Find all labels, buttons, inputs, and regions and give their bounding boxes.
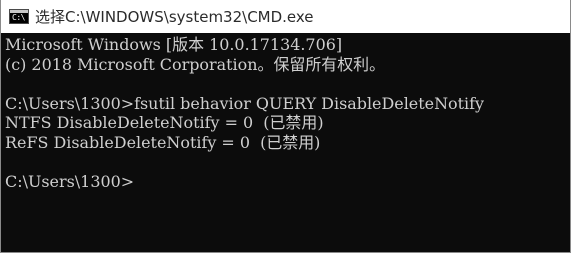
console-output[interactable]: Microsoft Windows [版本 10.0.17134.706] (c… bbox=[5, 35, 567, 247]
console-line-version: Microsoft Windows [版本 10.0.17134.706] bbox=[5, 35, 343, 54]
icon-prompt-glyph: C:\ bbox=[12, 13, 25, 22]
console-line-prompt[interactable]: C:\Users\1300> bbox=[5, 172, 565, 192]
cmd-console-icon[interactable]: C:\ bbox=[9, 9, 29, 24]
console-line-refs-result: ReFS DisableDeleteNotify = 0 (已禁用) bbox=[5, 132, 321, 152]
window-title: 选择C:\WINDOWS\system32\CMD.exe bbox=[35, 8, 314, 26]
cmd-window: C:\ 选择C:\WINDOWS\system32\CMD.exe Micros… bbox=[0, 0, 571, 253]
title-bar[interactable]: C:\ 选择C:\WINDOWS\system32\CMD.exe bbox=[1, 0, 570, 33]
console-line-command: C:\Users\1300>fsutil behavior QUERY Disa… bbox=[5, 93, 485, 113]
console-line-copyright: (c) 2018 Microsoft Corporation。保留所有权利。 bbox=[5, 54, 386, 74]
console-line-ntfs-result: NTFS DisableDeleteNotify = 0 (已禁用) bbox=[5, 113, 324, 132]
